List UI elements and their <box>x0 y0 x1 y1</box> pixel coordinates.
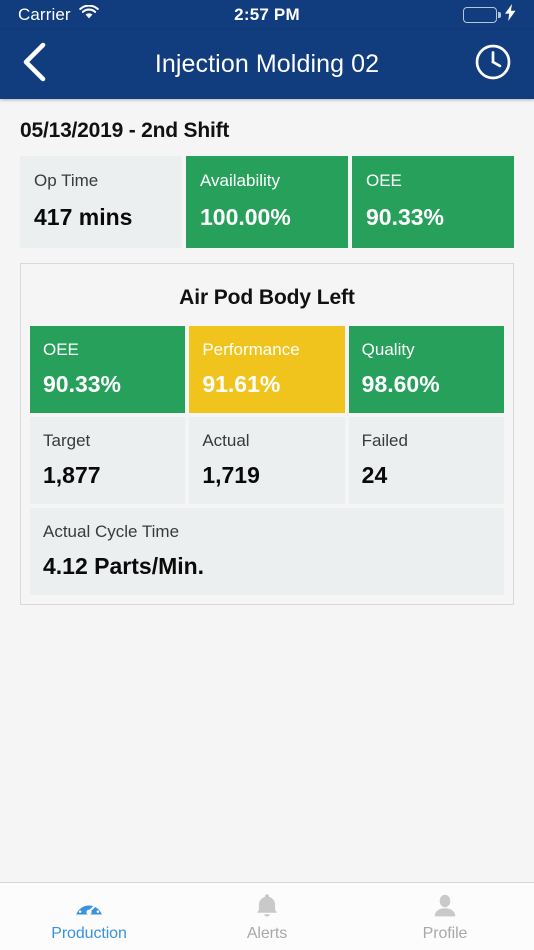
tile-value: 1,877 <box>43 461 101 488</box>
tile-value: 90.33% <box>366 203 445 230</box>
tile-label: Quality <box>361 340 415 359</box>
summary-tile-availability: Availability 100.00% <box>186 156 348 248</box>
tile-value: 91.61% <box>202 370 281 397</box>
tab-profile[interactable]: Profile <box>356 883 534 950</box>
tab-bar: Production Alerts Profile <box>0 882 534 950</box>
status-bar: Carrier 2:57 PM <box>0 0 534 30</box>
tab-label: Profile <box>422 924 468 942</box>
main-content: 05/13/2019 - 2nd Shift Op Time 417 mins … <box>0 99 534 882</box>
count-tile-row: Target 1,877 Actual 1,719 Failed 24 <box>30 416 504 504</box>
tile-label: Performance <box>202 340 300 359</box>
tile-label: Availability <box>200 172 281 190</box>
tile-label: Actual Cycle Time <box>43 522 180 541</box>
summary-tile-row: Op Time 417 mins Availability 100.00% OE… <box>20 156 514 248</box>
kpi-tile-performance: Performance 91.61% <box>189 325 345 413</box>
nav-bar: Injection Molding 02 <box>0 30 534 99</box>
tile-label: Target <box>43 431 91 450</box>
tile-label: Actual <box>202 431 250 450</box>
tile-value: 4.12 Parts/Min. <box>43 552 205 579</box>
tab-production[interactable]: Production <box>0 883 178 950</box>
wifi-icon <box>78 4 99 25</box>
tab-label: Production <box>51 924 127 942</box>
lightning-bolt-icon <box>505 4 516 26</box>
bell-icon <box>252 891 282 921</box>
tile-value: 24 <box>361 461 388 488</box>
tile-label: OEE <box>43 340 79 359</box>
tile-value: 90.33% <box>43 370 122 397</box>
battery-full-icon <box>463 7 497 23</box>
status-bar-left: Carrier <box>18 4 99 25</box>
clock-icon <box>474 43 512 86</box>
summary-tile-op-time: Op Time 417 mins <box>20 156 182 248</box>
tab-label: Alerts <box>246 924 288 942</box>
cycle-time-row: Actual Cycle Time 4.12 Parts/Min. <box>30 507 504 595</box>
count-tile-actual: Actual 1,719 <box>189 416 345 504</box>
page-title: Injection Molding 02 <box>154 50 380 78</box>
kpi-tile-quality: Quality 98.60% <box>348 325 504 413</box>
tab-alerts[interactable]: Alerts <box>178 883 356 950</box>
tile-label: Failed <box>361 431 408 450</box>
tile-value: 100.00% <box>200 203 291 230</box>
person-icon <box>430 891 460 921</box>
cycle-time-tile: Actual Cycle Time 4.12 Parts/Min. <box>30 507 504 595</box>
kpi-tile-row: OEE 90.33% Performance 91.61% Quality 98… <box>30 325 504 413</box>
carrier-label: Carrier <box>18 5 71 24</box>
summary-tile-oee: OEE 90.33% <box>352 156 514 248</box>
tile-value: 1,719 <box>202 461 260 488</box>
kpi-tile-oee: OEE 90.33% <box>30 325 186 413</box>
tile-value: 98.60% <box>361 370 440 397</box>
app-root: Carrier 2:57 PM Injection Molding 02 05/… <box>0 0 534 950</box>
tile-label: Op Time <box>34 172 99 190</box>
tile-label: OEE <box>366 172 402 190</box>
count-tile-failed: Failed 24 <box>348 416 504 504</box>
history-button[interactable] <box>468 43 512 87</box>
tile-value: 417 mins <box>34 203 133 230</box>
count-tile-target: Target 1,877 <box>30 416 186 504</box>
shift-heading: 05/13/2019 - 2nd Shift <box>20 119 230 142</box>
product-card[interactable]: Air Pod Body Left OEE 90.33% Performance… <box>20 262 514 605</box>
gauge-icon <box>74 891 104 921</box>
chevron-left-icon <box>22 41 48 88</box>
status-bar-right <box>463 4 516 26</box>
back-button[interactable] <box>22 41 66 88</box>
product-card-title: Air Pod Body Left <box>179 285 355 309</box>
